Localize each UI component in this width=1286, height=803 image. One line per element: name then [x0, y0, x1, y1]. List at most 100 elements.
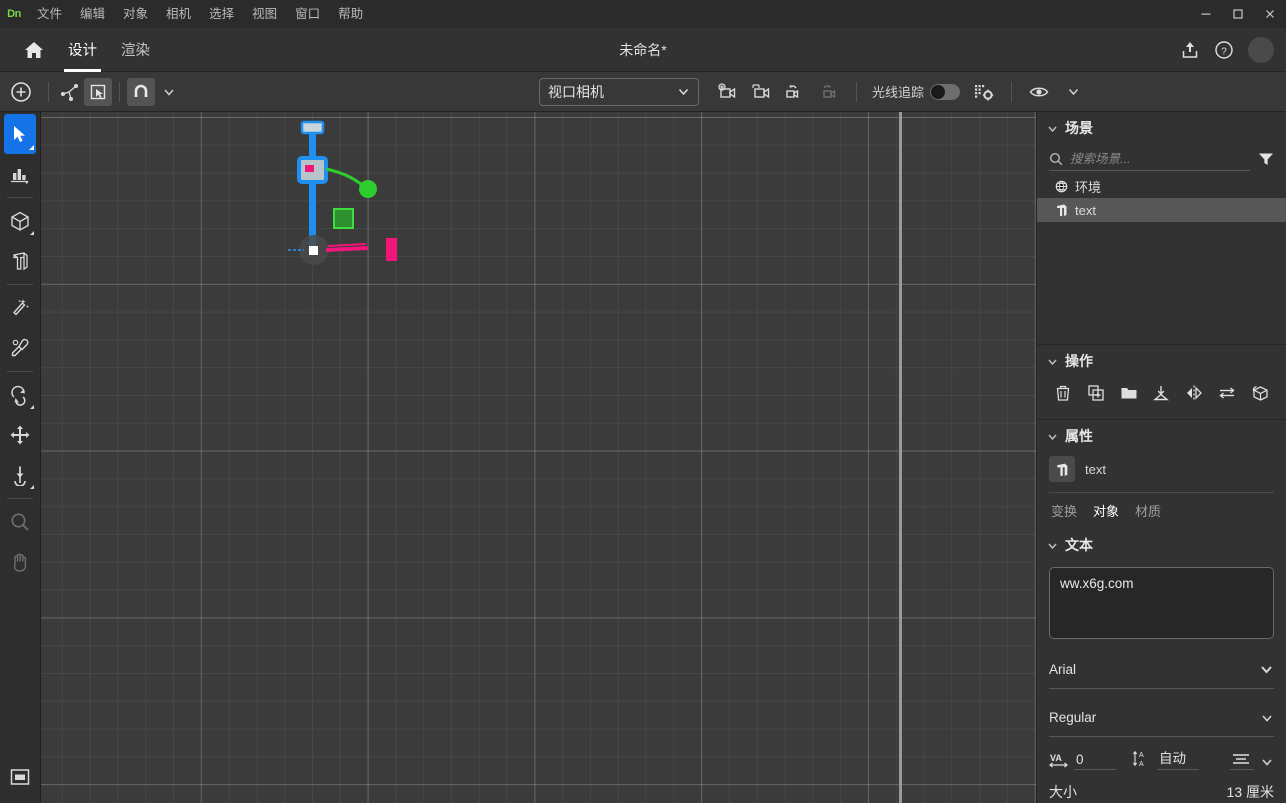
- text-content-input[interactable]: [1049, 567, 1274, 639]
- select-tool[interactable]: [4, 114, 36, 154]
- svg-text:A: A: [1139, 752, 1144, 759]
- divider: [1011, 82, 1012, 102]
- menu-select[interactable]: 选择: [200, 0, 243, 28]
- view-chevron-down-icon[interactable]: [1059, 78, 1087, 106]
- frame-camera-icon[interactable]: [747, 78, 775, 106]
- select-object-icon[interactable]: [84, 78, 112, 106]
- property-object-row: text: [1037, 452, 1286, 492]
- menu-help[interactable]: 帮助: [329, 0, 372, 28]
- move-to-ground-icon[interactable]: [1149, 381, 1173, 405]
- raytrace-toggle[interactable]: [930, 84, 960, 100]
- magic-wand-tool[interactable]: [4, 288, 36, 328]
- size-label: 大小: [1049, 782, 1077, 802]
- swap-icon[interactable]: [1215, 381, 1239, 405]
- options-left-group: [0, 78, 183, 106]
- camera-select-value: 视口相机: [548, 82, 604, 102]
- actions-panel-header[interactable]: 操作: [1037, 345, 1286, 377]
- tracking-icon: VA: [1049, 751, 1068, 770]
- alignment-control[interactable]: [1230, 753, 1274, 770]
- search-input[interactable]: [1070, 152, 1250, 166]
- camera-select[interactable]: 视口相机: [539, 78, 699, 106]
- pan-tool[interactable]: [4, 542, 36, 582]
- text-section-header[interactable]: 文本: [1037, 529, 1286, 561]
- group-folder-icon[interactable]: [1117, 381, 1141, 405]
- scene-panel-header[interactable]: 场景: [1037, 112, 1286, 144]
- help-icon[interactable]: ?: [1214, 40, 1234, 60]
- font-family-value: Arial: [1049, 662, 1076, 677]
- tab-design[interactable]: 设计: [56, 28, 109, 72]
- mirror-icon[interactable]: [1182, 381, 1206, 405]
- object-tool[interactable]: [4, 201, 36, 241]
- menu-edit[interactable]: 编辑: [71, 0, 114, 28]
- scene-item-text[interactable]: text: [1037, 198, 1286, 222]
- scene-item-environment[interactable]: 环境: [1037, 174, 1286, 198]
- add-camera-icon[interactable]: [713, 78, 741, 106]
- drop-to-ground-tool[interactable]: [4, 455, 36, 495]
- move-tool[interactable]: [4, 415, 36, 455]
- properties-panel-header[interactable]: 属性: [1037, 420, 1286, 452]
- viewport-canvas[interactable]: x: [41, 112, 1036, 803]
- tracking-value[interactable]: 0: [1074, 752, 1116, 770]
- leading-value[interactable]: 自动: [1157, 747, 1199, 770]
- align-center-icon: [1230, 753, 1254, 770]
- raytrace-label: 光线追踪: [872, 82, 924, 101]
- menu-camera[interactable]: 相机: [157, 0, 200, 28]
- divider: [48, 82, 49, 102]
- share-icon[interactable]: [1180, 40, 1200, 60]
- scale-tool[interactable]: [4, 154, 36, 194]
- tab-render[interactable]: 渲染: [109, 28, 162, 72]
- menu-view[interactable]: 视图: [243, 0, 286, 28]
- axis-gizmo-icon[interactable]: [56, 78, 84, 106]
- tab-transform[interactable]: 变换: [1051, 501, 1077, 523]
- minimize-icon[interactable]: [1190, 0, 1222, 28]
- maximize-icon[interactable]: [1222, 0, 1254, 28]
- font-family-select[interactable]: Arial: [1049, 651, 1274, 689]
- camera-redo-icon[interactable]: [815, 78, 843, 106]
- transform-gizmo[interactable]: [236, 117, 576, 307]
- extrude-text-tool[interactable]: [4, 241, 36, 281]
- snap-chevron-down-icon[interactable]: [155, 78, 183, 106]
- avatar[interactable]: [1248, 37, 1274, 63]
- zoom-tool[interactable]: [4, 502, 36, 542]
- property-object-name: text: [1085, 462, 1106, 477]
- title-menu-bar: Dn 文件 编辑 对象 相机 选择 视图 窗口 帮助: [0, 0, 1286, 28]
- app-logo-icon: Dn: [0, 0, 28, 28]
- orbit-rotate-tool[interactable]: [4, 375, 36, 415]
- chevron-down-icon: [1047, 123, 1058, 134]
- tracking-control[interactable]: VA 0: [1049, 751, 1116, 770]
- menu-file[interactable]: 文件: [28, 0, 71, 28]
- property-tabs: 变换 对象 材质: [1037, 493, 1286, 529]
- eyedropper-tool[interactable]: [4, 328, 36, 368]
- eye-icon[interactable]: [1025, 78, 1053, 106]
- convert-to-mesh-icon[interactable]: [1248, 381, 1272, 405]
- text-size-row[interactable]: 大小 13 厘米: [1049, 782, 1274, 802]
- panel-toggle-icon[interactable]: [4, 757, 36, 797]
- svg-text:VA: VA: [1050, 753, 1062, 763]
- close-icon[interactable]: [1254, 0, 1286, 28]
- magnet-snap-icon[interactable]: [127, 78, 155, 106]
- plus-circle-icon[interactable]: [7, 78, 35, 106]
- render-settings-icon[interactable]: [970, 78, 998, 106]
- menu-window[interactable]: 窗口: [286, 0, 329, 28]
- chevron-down-icon: [1047, 356, 1058, 367]
- text-section-title: 文本: [1065, 535, 1093, 555]
- home-icon[interactable]: [12, 28, 56, 72]
- svg-text:?: ?: [1221, 46, 1227, 57]
- scene-search-wrap[interactable]: [1049, 147, 1250, 171]
- scene-panel-title: 场景: [1065, 118, 1093, 138]
- document-title: 未命名*: [0, 40, 1286, 60]
- chevron-down-icon[interactable]: [1260, 755, 1274, 769]
- filter-icon[interactable]: [1258, 152, 1274, 166]
- font-style-select[interactable]: Regular: [1049, 699, 1274, 737]
- divider: [7, 371, 33, 372]
- tab-material[interactable]: 材质: [1135, 501, 1161, 523]
- right-panel: 场景 环境 text: [1036, 112, 1286, 803]
- tab-object[interactable]: 对象: [1093, 501, 1119, 523]
- scene-item-label: text: [1075, 203, 1096, 218]
- delete-icon[interactable]: [1051, 381, 1075, 405]
- menu-object[interactable]: 对象: [114, 0, 157, 28]
- duplicate-icon[interactable]: [1084, 381, 1108, 405]
- options-bar: 视口相机 光线追踪: [0, 72, 1286, 112]
- camera-undo-icon[interactable]: [781, 78, 809, 106]
- leading-control[interactable]: AA 自动: [1132, 747, 1199, 770]
